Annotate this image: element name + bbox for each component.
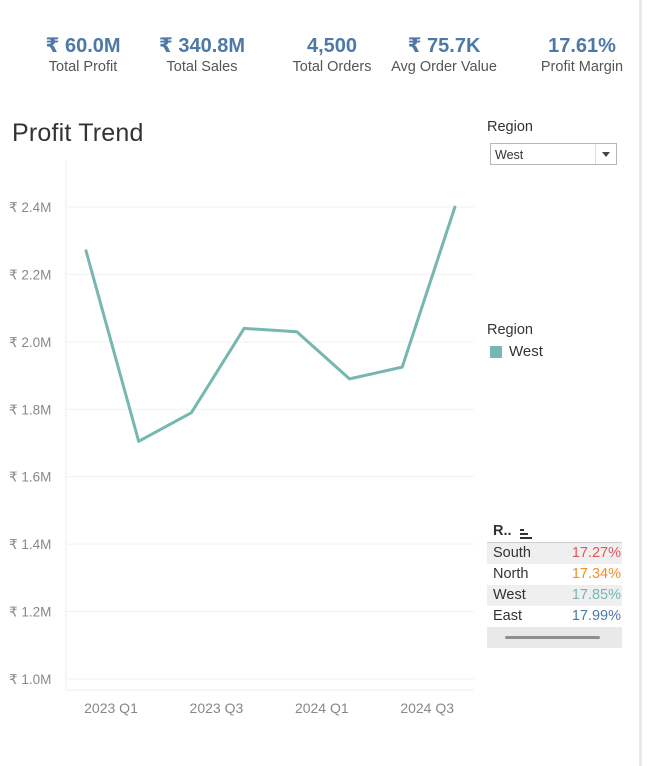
row-margin: 17.27% — [571, 545, 621, 561]
sort-icon[interactable] — [520, 529, 532, 539]
kpi-total-profit: ₹ 60.0M Total Profit — [36, 34, 130, 76]
table-row[interactable]: East 17.99% — [487, 606, 622, 627]
kpi-label: Profit Margin — [540, 59, 624, 75]
series-line-west — [84, 205, 457, 443]
table-row[interactable]: North 17.34% — [487, 564, 622, 585]
kpi-value: ₹ 340.8M — [158, 35, 246, 57]
y-tick-label: ₹ 1.6M — [9, 470, 51, 485]
y-tick-label: ₹ 2.0M — [9, 335, 51, 350]
row-region: East — [493, 608, 523, 624]
kpi-total-orders: 4,500 Total Orders — [287, 34, 377, 76]
row-margin: 17.99% — [571, 608, 621, 624]
kpi-profit-margin: 17.61% Profit Margin — [534, 34, 630, 76]
kpi-label: Total Profit — [48, 59, 118, 75]
row-region: South — [493, 545, 531, 561]
y-tick-label: ₹ 1.8M — [9, 402, 51, 417]
x-tick-label: 2023 Q1 — [84, 700, 138, 716]
kpi-value: ₹ 75.7K — [407, 35, 481, 57]
dropdown-toggle[interactable] — [595, 144, 616, 164]
kpi-avg-order-value: ₹ 75.7K Avg Order Value — [387, 34, 501, 76]
kpi-value: ₹ 60.0M — [45, 35, 121, 57]
row-region: West — [493, 587, 526, 603]
window-edge — [639, 0, 642, 766]
legend-swatch — [490, 346, 502, 358]
kpi-value: 17.61% — [548, 35, 616, 57]
y-tick-label: ₹ 1.2M — [9, 605, 51, 620]
legend-label: West — [509, 343, 543, 360]
x-tick-label: 2024 Q1 — [295, 700, 349, 716]
legend-title: Region — [487, 322, 533, 338]
y-tick-label: ₹ 1.0M — [9, 672, 51, 687]
filter-title: Region — [487, 119, 533, 135]
y-tick-label: ₹ 1.4M — [9, 537, 51, 552]
region-filter-dropdown[interactable]: West — [490, 143, 617, 165]
x-tick-label: 2024 Q3 — [400, 700, 454, 716]
table-row[interactable]: South 17.27% — [487, 543, 622, 564]
row-region: North — [493, 566, 529, 582]
row-margin: 17.34% — [571, 566, 621, 582]
scrollbar-thumb[interactable] — [505, 636, 600, 639]
margin-table: R.. South 17.27% North 17.34% West 17.85… — [487, 521, 622, 648]
kpi-label: Avg Order Value — [391, 59, 497, 75]
x-tick-label: 2023 Q3 — [190, 700, 244, 716]
chart-title: Profit Trend — [12, 119, 144, 147]
y-tick-label: ₹ 2.2M — [9, 267, 51, 282]
kpi-label: Total Orders — [292, 59, 372, 75]
table-row[interactable]: West 17.85% — [487, 585, 622, 606]
kpi-label: Total Sales — [166, 59, 238, 75]
profit-trend-chart: ₹ 1.0M ₹ 1.2M ₹ 1.4M ₹ 1.6M ₹ 1.8M ₹ 2.0M ₹ 2.… — [9, 160, 474, 716]
y-tick-label: ₹ 2.4M — [9, 200, 51, 215]
region-column-header[interactable]: R.. — [493, 523, 512, 539]
kpi-value: 4,500 — [306, 35, 358, 57]
dropdown-selected-value: West — [495, 148, 524, 162]
kpi-total-sales: ₹ 340.8M Total Sales — [151, 34, 253, 76]
chevron-down-icon — [602, 152, 610, 157]
row-margin: 17.85% — [571, 587, 621, 603]
